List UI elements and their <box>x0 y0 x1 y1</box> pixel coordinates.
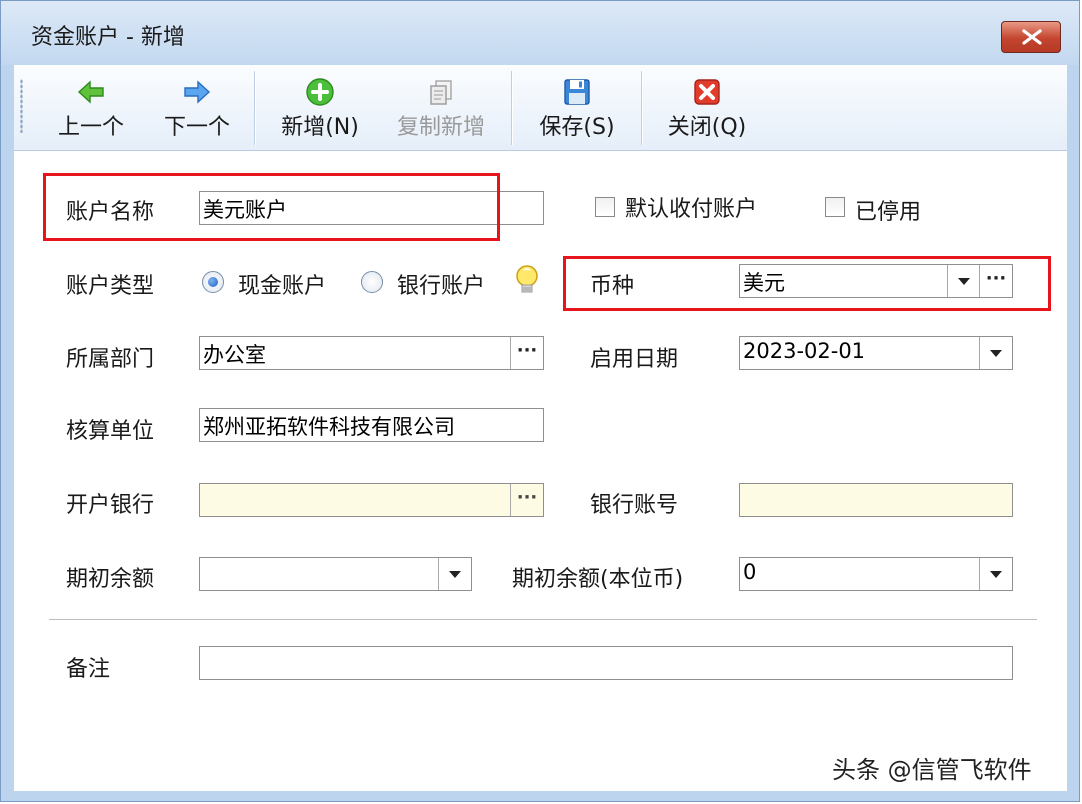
close-label: 关闭(Q) <box>667 115 747 140</box>
close-button[interactable]: 关闭(Q) <box>659 65 755 151</box>
accounting-unit-input[interactable]: 郑州亚拓软件科技有限公司 <box>199 408 544 442</box>
opening-balance-dropdown-button[interactable] <box>438 558 471 590</box>
next-label: 下一个 <box>163 115 230 140</box>
dialog-window: 资金账户 - 新增 上一个 下一个 新增(N) 复制新增 保存(S) 关闭(Q)… <box>0 0 1080 802</box>
department-more-button[interactable]: ··· <box>510 337 543 369</box>
bank-more-button[interactable]: ··· <box>510 484 543 516</box>
opening-balance-select[interactable] <box>199 557 472 591</box>
opening-balance-base-dropdown-button[interactable] <box>979 558 1012 590</box>
department-value: 办公室 <box>203 343 266 367</box>
next-button[interactable]: 下一个 <box>152 65 242 151</box>
toolbar-separator <box>641 71 643 145</box>
prev-button[interactable]: 上一个 <box>46 65 136 151</box>
plus-circle-icon <box>306 78 334 106</box>
new-label: 新增(N) <box>281 115 359 140</box>
accounting-unit-label: 核算单位 <box>66 419 155 444</box>
prev-label: 上一个 <box>57 115 124 140</box>
opening-balance-label: 期初余额 <box>66 567 155 592</box>
copy-new-button[interactable]: 复制新增 <box>388 65 494 151</box>
copy-document-icon <box>430 80 452 105</box>
department-input[interactable]: 办公室 ··· <box>199 336 544 370</box>
new-button[interactable]: 新增(N) <box>272 65 368 151</box>
close-icon <box>694 79 720 105</box>
disabled-checkbox[interactable] <box>825 197 845 217</box>
opening-balance-base-value: 0 <box>743 560 757 584</box>
department-label: 所属部门 <box>66 347 155 372</box>
opening-balance-base-select[interactable]: 0 <box>739 557 1013 591</box>
bank-account-radio[interactable] <box>361 271 383 293</box>
bank-account-number-label: 银行账号 <box>590 493 679 518</box>
floppy-disk-icon <box>564 79 590 105</box>
start-date-picker[interactable]: 2023-02-01 <box>739 336 1013 370</box>
toolbar-separator <box>254 71 256 145</box>
toolbar-grip[interactable] <box>20 79 23 133</box>
arrow-left-icon <box>77 80 104 104</box>
lightbulb-icon[interactable] <box>515 264 539 298</box>
opening-balance-base-label: 期初余额(本位币) <box>512 567 684 592</box>
toolbar-separator <box>511 71 513 145</box>
remark-input[interactable] <box>199 646 1013 680</box>
cash-account-label: 现金账户 <box>238 274 327 299</box>
title-bar: 资金账户 - 新增 <box>1 1 1079 65</box>
start-date-label: 启用日期 <box>590 347 679 372</box>
close-icon <box>1022 29 1042 45</box>
account-type-label: 账户类型 <box>66 274 155 299</box>
arrow-right-icon <box>184 80 211 104</box>
start-date-value: 2023-02-01 <box>743 339 866 363</box>
default-payment-checkbox[interactable] <box>595 197 615 217</box>
divider <box>49 619 1037 620</box>
remark-label: 备注 <box>66 657 111 682</box>
save-label: 保存(S) <box>539 115 615 140</box>
save-button[interactable]: 保存(S) <box>529 65 625 151</box>
window-title: 资金账户 - 新增 <box>31 25 185 50</box>
window-close-button[interactable] <box>1001 21 1061 53</box>
bank-label: 开户银行 <box>66 493 155 518</box>
default-payment-label: 默认收付账户 <box>625 197 758 222</box>
start-date-dropdown-button[interactable] <box>979 337 1012 369</box>
bank-account-number-input[interactable] <box>739 483 1013 517</box>
bank-account-label: 银行账户 <box>397 274 486 299</box>
watermark: 头条 @信管飞软件 <box>832 756 1032 784</box>
toolbar: 上一个 下一个 新增(N) 复制新增 保存(S) 关闭(Q) <box>14 65 1067 151</box>
form-area: 账户名称 美元账户 默认收付账户 已停用 账户类型 现金账户 银行账户 币种 美… <box>14 151 1067 791</box>
bank-input[interactable]: ··· <box>199 483 544 517</box>
cash-account-radio[interactable] <box>202 271 224 293</box>
copy-new-label: 复制新增 <box>396 115 485 140</box>
disabled-label: 已停用 <box>855 200 922 225</box>
highlight-box <box>563 256 1051 311</box>
highlight-box <box>43 173 500 241</box>
